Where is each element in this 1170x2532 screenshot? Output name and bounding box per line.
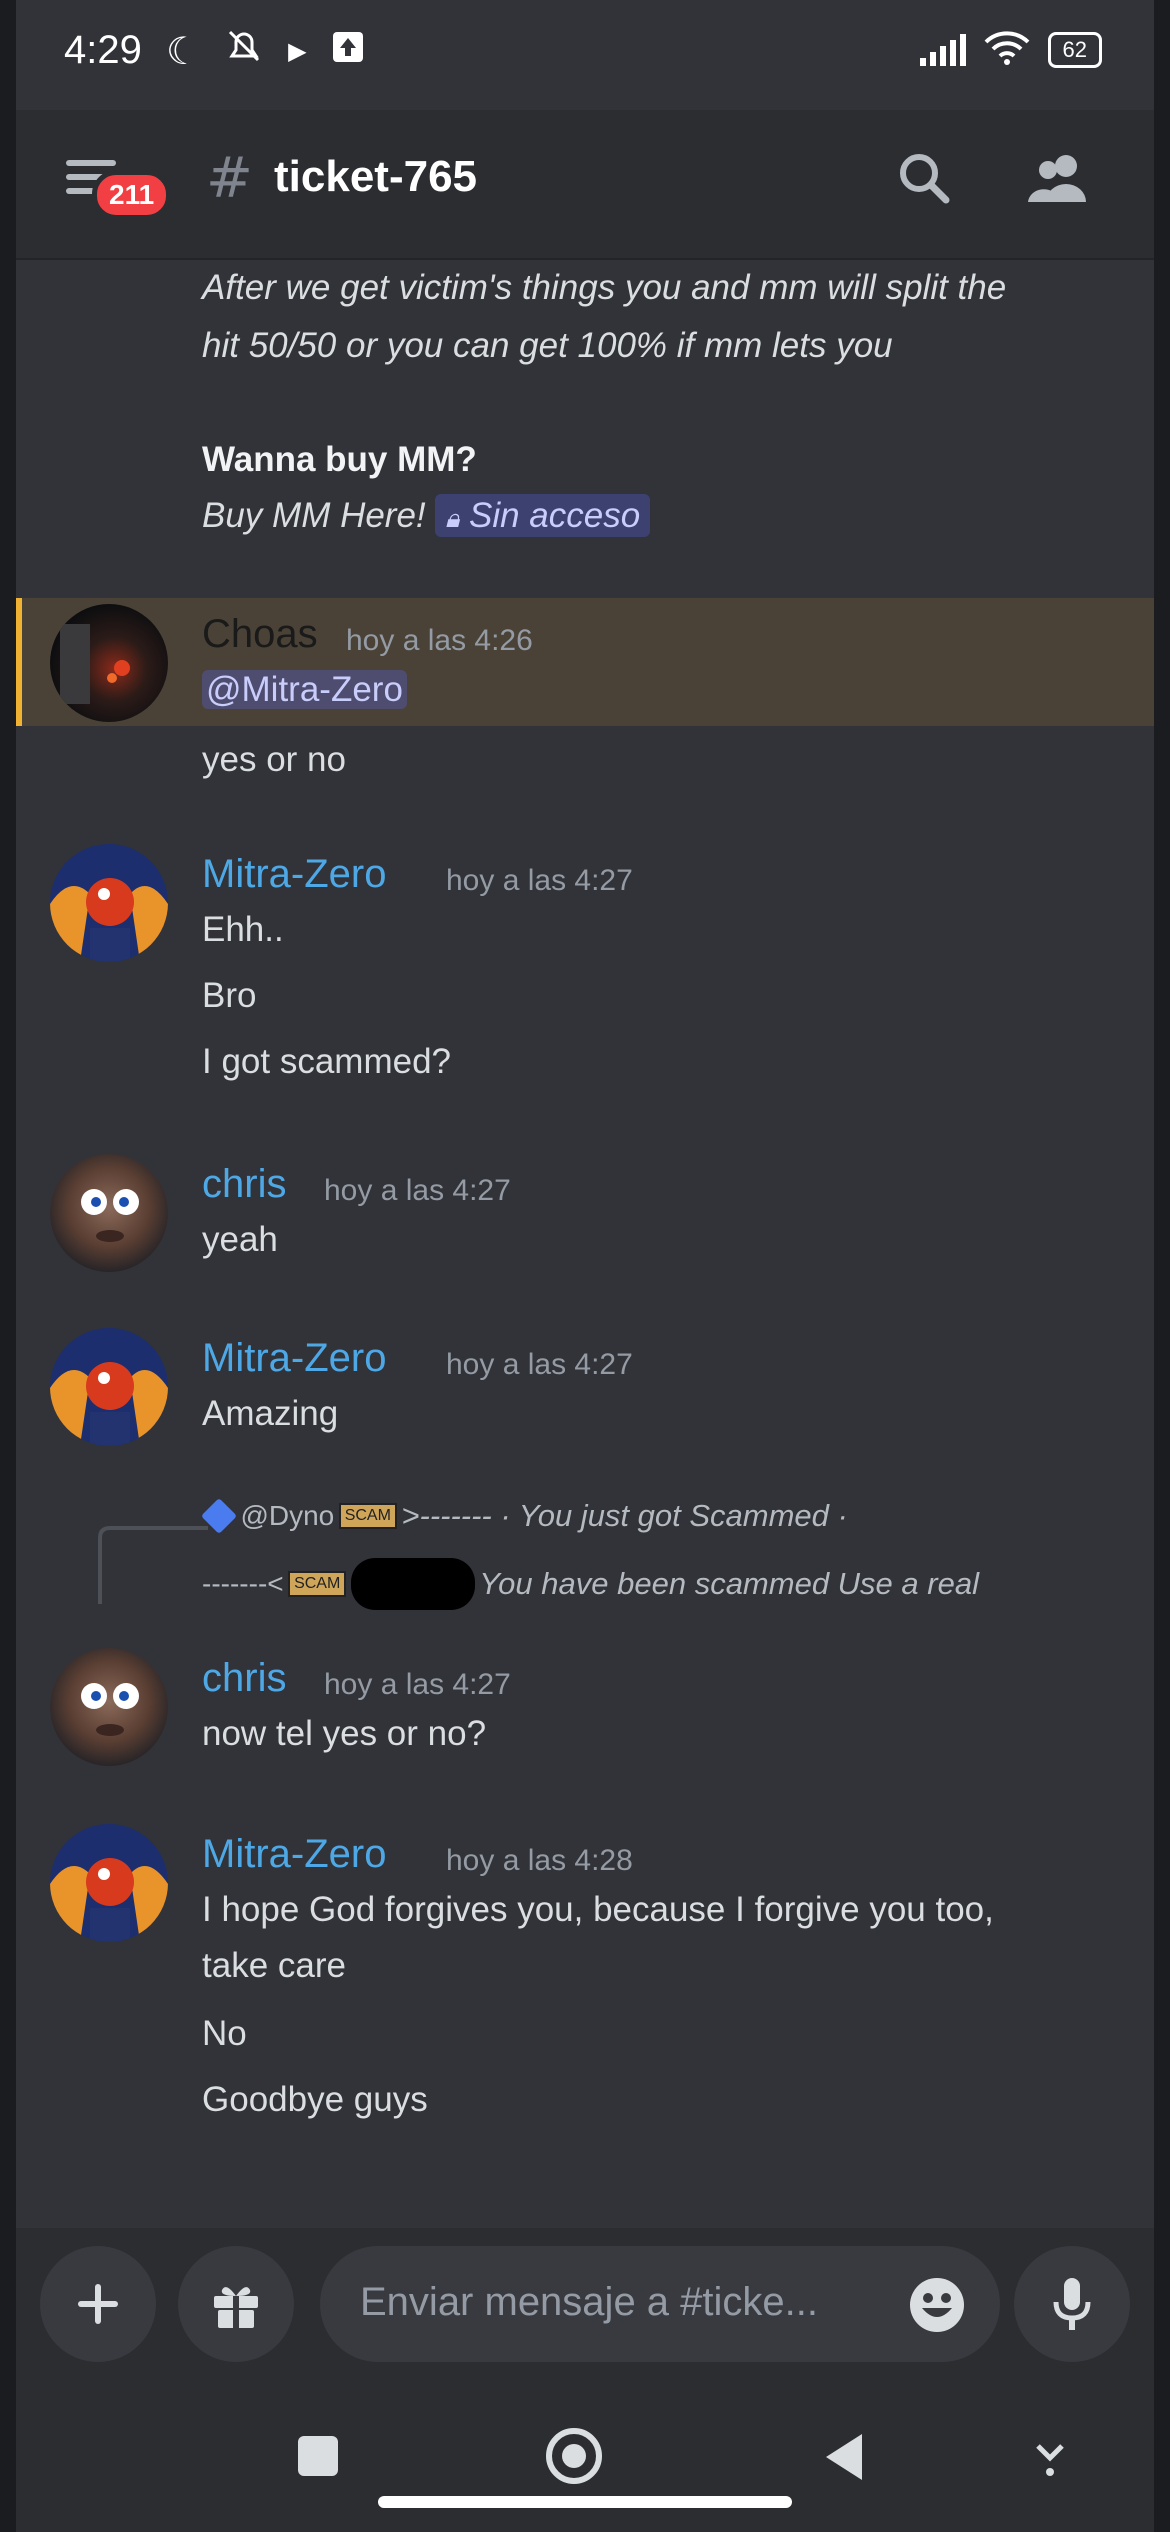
message-text: Ehh.. [202,910,284,949]
gesture-bar [378,2496,792,2508]
members-icon[interactable] [1026,150,1090,206]
highlighted-message [16,598,1154,726]
message-input[interactable]: Enviar mensaje a #ticke... [320,2246,1000,2362]
reply-preview-line2: -------< SCAM You have been scammed Use … [202,1558,1132,1618]
status-time: 4:29 [64,28,142,72]
wifi-icon [984,30,1030,70]
channel-link[interactable]: 🔒︎ Sin acceso [435,494,651,537]
avatar[interactable] [50,1824,168,1942]
author-name[interactable]: Choas [202,612,318,657]
unread-badge: 211 [92,170,172,220]
emoji-icon[interactable] [908,2276,966,2334]
recents-icon[interactable] [298,2436,338,2476]
author-name[interactable]: Mitra-Zero [202,852,386,897]
author-name[interactable]: Mitra-Zero [202,1832,386,1877]
message-text: After we get victim's things you and mm … [202,268,1007,307]
home-icon[interactable] [546,2428,602,2484]
channel-name[interactable]: ticket-765 [274,152,477,202]
message-text: yes or no [202,740,346,779]
author-name[interactable]: chris [202,1162,286,1207]
keyboard-hide-icon[interactable] [1032,2434,1068,2478]
bot-icon [200,1497,238,1535]
play-icon: ▶ [288,36,307,65]
moon-icon: ☾ [166,28,201,73]
timestamp: hoy a las 4:27 [446,1348,633,1381]
scam-emoji: SCAM [338,1503,397,1529]
search-icon[interactable] [896,150,952,206]
message-text: hit 50/50 or you can get 100% if mm lets… [202,326,893,365]
message-text: I hope God forgives you, because I forgi… [202,1890,994,1929]
avatar[interactable] [50,844,168,962]
message-text: Amazing [202,1394,339,1433]
add-attachment-button[interactable] [40,2246,156,2362]
scam-emoji: SCAM [288,1571,347,1597]
channel-header: 211 # ticket-765 [16,110,1154,260]
message-text: yeah [202,1220,278,1259]
avatar[interactable] [50,1154,168,1272]
message-text: No [202,2014,247,2053]
reply-connector [98,1526,208,1604]
timestamp: hoy a las 4:27 [324,1174,511,1207]
timestamp: hoy a las 4:27 [446,864,633,897]
reply-text: You have been scammed Use a real [479,1566,979,1601]
microphone-icon [1053,2278,1091,2330]
message-text: Bro [202,976,257,1015]
plus-icon [78,2284,118,2324]
gift-button[interactable] [178,2246,294,2362]
timestamp: hoy a las 4:26 [346,624,533,657]
message-composer: Enviar mensaje a #ticke... [16,2228,1154,2378]
reply-text: -------< [202,1568,284,1599]
voice-message-button[interactable] [1014,2246,1130,2362]
redacted-block [350,1558,475,1610]
author-name[interactable]: Mitra-Zero [202,1336,386,1381]
battery-indicator: 62 [1047,32,1102,68]
mute-icon [224,26,264,75]
avatar[interactable] [50,1328,168,1446]
message-text: now tel yes or no? [202,1714,487,1753]
message-text: Buy MM Here! [202,496,426,535]
message-text: take care [202,1946,346,1985]
signal-icon [919,34,966,66]
avatar[interactable] [50,604,168,722]
message-text: I got scammed? [202,1042,451,1081]
timestamp: hoy a las 4:27 [324,1668,511,1701]
gift-icon [214,2287,258,2328]
avatar[interactable] [50,1648,168,1766]
message-text: Goodbye guys [202,2080,428,2119]
upload-icon [331,29,365,73]
buy-line: Buy MM Here! 🔒︎ Sin acceso [202,494,651,537]
reply-text: >------- · You just got Scammed · [401,1498,848,1533]
author-name[interactable]: chris [202,1656,286,1701]
timestamp: hoy a las 4:28 [446,1844,633,1877]
channel-hash-icon: # [206,146,253,211]
status-icons-left: ☾ ▶ [166,26,365,75]
message-input-placeholder: Enviar mensaje a #ticke... [360,2280,818,2324]
status-bar: 4:29 ☾ ▶ 62 [16,0,1154,110]
reply-author: @Dyno [240,1500,335,1531]
message-list[interactable]: After we get victim's things you and mm … [16,258,1154,2228]
back-icon[interactable] [822,2432,866,2482]
system-nav-bar [16,2378,1154,2532]
app-screen: 4:29 ☾ ▶ 62 211 # ticket-765 After we ge… [16,0,1154,2532]
mention[interactable]: @Mitra-Zero [202,670,407,710]
message-text-bold: Wanna buy MM? [202,440,477,479]
reply-preview[interactable]: @Dyno SCAM >------- · You just got Scamm… [200,1497,1132,1558]
status-icons-right: 62 [919,30,1102,70]
lock-icon: 🔒︎ [445,503,460,533]
